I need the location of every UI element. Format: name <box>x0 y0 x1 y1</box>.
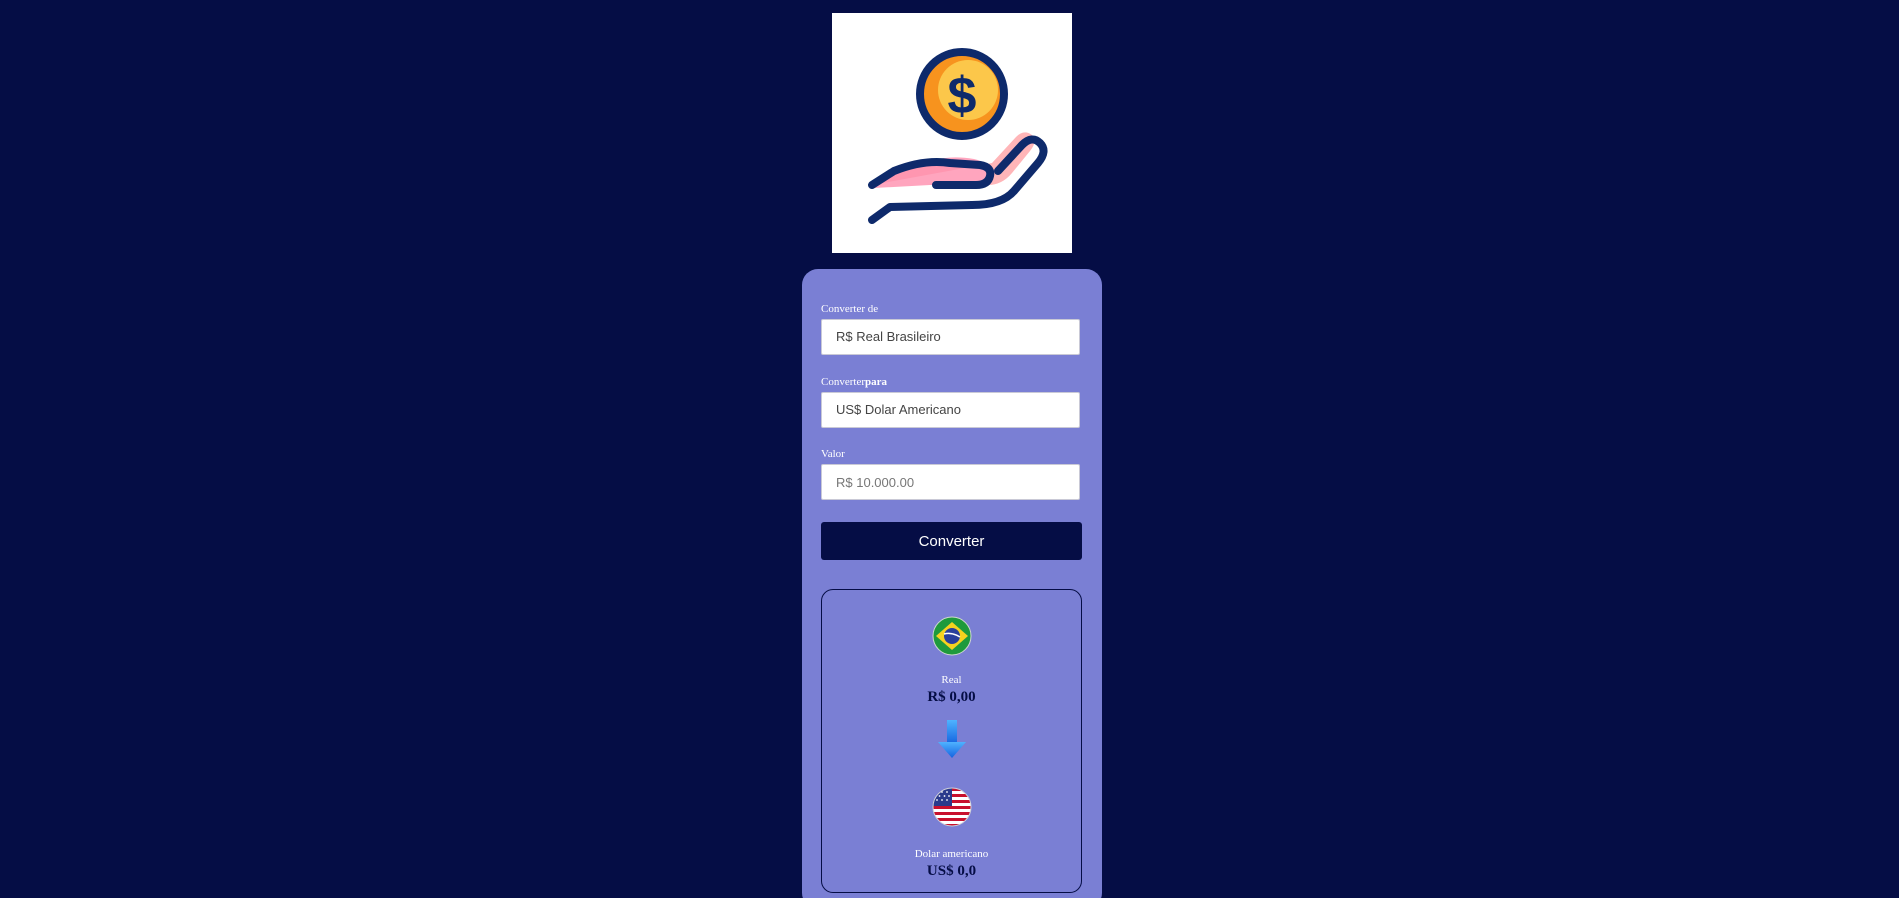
logo: $ <box>832 13 1072 253</box>
source-currency-name: Real <box>941 674 962 686</box>
from-label: Converter de <box>821 303 879 315</box>
usa-flag-icon <box>932 787 972 827</box>
target-currency-name: Dolar americano <box>914 848 989 860</box>
converter-panel: Converter de R$ Real Brasileiro Converte… <box>802 269 1102 898</box>
brazil-flag-icon <box>932 616 972 656</box>
result-box: Real R$ 0,00 Dolar americano US$ 0,0 <box>821 589 1082 893</box>
convert-button[interactable]: Converter <box>821 522 1082 560</box>
amount-label: Valor <box>821 448 845 460</box>
hand-holding-coin-icon: $ <box>868 48 1048 224</box>
to-currency-select[interactable]: US$ Dolar Americano <box>821 392 1080 428</box>
to-label: Converterpara <box>821 376 887 388</box>
from-currency-select[interactable]: R$ Real Brasileiro <box>821 319 1080 355</box>
target-currency-value: US$ 0,0 <box>926 863 977 879</box>
svg-text:$: $ <box>948 67 977 125</box>
amount-input[interactable] <box>821 464 1080 500</box>
arrow-down-icon <box>937 718 967 760</box>
source-currency-value: R$ 0,00 <box>927 689 976 705</box>
